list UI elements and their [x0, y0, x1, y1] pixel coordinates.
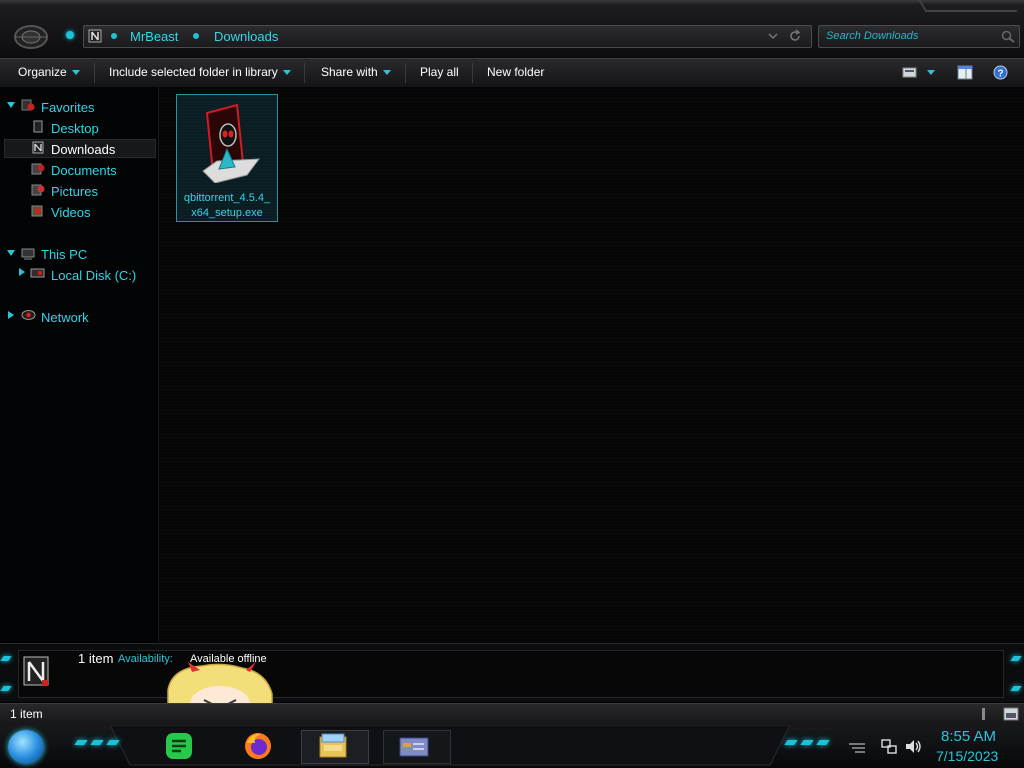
accent-light — [0, 686, 12, 691]
search-placeholder[interactable]: Search Downloads — [826, 30, 918, 42]
firefox-icon[interactable] — [243, 731, 273, 761]
favorites-star-icon — [21, 99, 35, 111]
accent-light — [1010, 686, 1022, 691]
nav-item-downloads[interactable]: Downloads — [51, 142, 115, 157]
nav-item-videos[interactable]: Videos — [51, 205, 91, 220]
divider — [94, 63, 95, 83]
file-list-area[interactable] — [159, 87, 1024, 642]
network-expand-icon[interactable] — [8, 311, 14, 319]
notes-app-icon[interactable] — [164, 731, 194, 761]
play-all-label: Play all — [420, 65, 459, 79]
file-explorer-icon[interactable] — [318, 731, 348, 761]
include-in-library-label: Include selected folder in library — [109, 65, 278, 79]
local-disk-expand-icon[interactable] — [19, 268, 25, 276]
this-pc-collapse-icon[interactable] — [7, 250, 15, 256]
documents-icon — [31, 163, 45, 175]
view-options-chevron-icon[interactable] — [927, 70, 935, 75]
divider — [405, 63, 406, 83]
refresh-icon[interactable] — [788, 29, 802, 43]
title-bar-ornament — [918, 0, 1018, 12]
back-forward-orb-icon[interactable] — [13, 24, 49, 50]
nav-item-local-disk[interactable]: Local Disk (C:) — [51, 268, 136, 283]
nav-favorites[interactable]: Favorites — [41, 100, 94, 115]
videos-icon — [31, 205, 43, 217]
clock-date[interactable]: 7/15/2023 — [936, 748, 998, 764]
local-disk-icon — [30, 268, 45, 278]
nav-this-pc[interactable]: This PC — [41, 247, 87, 262]
details-item-count: 1 item — [78, 651, 114, 666]
nav-network[interactable]: Network — [41, 310, 89, 325]
address-dropdown-chevron-icon[interactable] — [768, 32, 778, 40]
divider — [472, 63, 473, 83]
file-name-label: qbittorrent_4.5.4_ x64_setup.exe — [177, 191, 277, 221]
chevron-down-icon — [71, 70, 80, 76]
file-item-qbittorrent[interactable]: qbittorrent_4.5.4_ x64_setup.exe — [176, 94, 278, 222]
accent-light — [0, 656, 12, 661]
breadcrumb-downloads[interactable]: Downloads — [214, 29, 278, 44]
address-bar[interactable]: MrBeast Downloads — [83, 25, 812, 48]
details-pane — [0, 643, 1024, 702]
chevron-down-icon — [282, 70, 291, 76]
file-name-line2: x64_setup.exe — [191, 207, 263, 219]
organize-label: Organize — [18, 65, 67, 79]
svg-text:?: ? — [997, 69, 1003, 80]
search-box[interactable]: Search Downloads — [818, 25, 1020, 48]
play-all-button[interactable]: Play all — [420, 65, 459, 79]
search-icon[interactable] — [1001, 30, 1015, 43]
details-view-toggle-icon[interactable] — [1003, 707, 1019, 721]
pictures-icon — [31, 184, 45, 196]
nav-item-documents[interactable]: Documents — [51, 163, 117, 178]
divider — [304, 63, 305, 83]
window-icon[interactable] — [399, 731, 429, 761]
status-grip-icon — [982, 708, 985, 720]
show-hidden-icons-icon[interactable] — [847, 742, 867, 754]
nav-item-desktop[interactable]: Desktop — [51, 121, 99, 136]
organize-button[interactable]: Organize — [18, 65, 80, 79]
title-bar-edge — [0, 0, 1024, 6]
include-in-library-button[interactable]: Include selected folder in library — [109, 65, 291, 79]
nav-item-pictures[interactable]: Pictures — [51, 184, 98, 199]
chevron-down-icon — [382, 70, 391, 76]
change-view-icon[interactable] — [902, 66, 917, 79]
share-with-button[interactable]: Share with — [321, 65, 391, 79]
breadcrumb-mrbeast[interactable]: MrBeast — [130, 29, 178, 44]
network-tray-icon[interactable] — [881, 739, 897, 754]
alien-installer-icon — [202, 103, 261, 183]
share-with-label: Share with — [321, 65, 378, 79]
desktop-icon — [33, 120, 43, 133]
status-bar — [0, 703, 1024, 726]
start-orb-button[interactable] — [8, 730, 44, 764]
file-thumbnail-icon — [23, 656, 49, 686]
clock-time[interactable]: 8:55 AM — [941, 728, 996, 745]
computer-icon — [21, 248, 35, 260]
command-bar: Organize Include selected folder in libr… — [0, 58, 1024, 88]
network-icon — [21, 310, 36, 320]
breadcrumb-separator — [193, 33, 199, 39]
help-icon[interactable]: ? — [993, 65, 1008, 80]
status-item-count: 1 item — [10, 707, 43, 721]
preview-pane-icon[interactable] — [957, 65, 973, 80]
favorites-collapse-icon[interactable] — [7, 102, 15, 108]
breadcrumb-separator — [111, 33, 117, 39]
file-name-line1: qbittorrent_4.5.4_ — [183, 192, 271, 204]
taskbar — [0, 725, 1024, 768]
new-folder-button[interactable]: New folder — [487, 65, 544, 79]
new-folder-label: New folder — [487, 65, 545, 79]
downloads-icon — [32, 141, 44, 154]
accent-light — [1010, 656, 1022, 661]
recent-locations-dot[interactable] — [66, 31, 74, 39]
volume-icon[interactable] — [905, 739, 922, 754]
downloads-folder-icon — [88, 29, 102, 43]
